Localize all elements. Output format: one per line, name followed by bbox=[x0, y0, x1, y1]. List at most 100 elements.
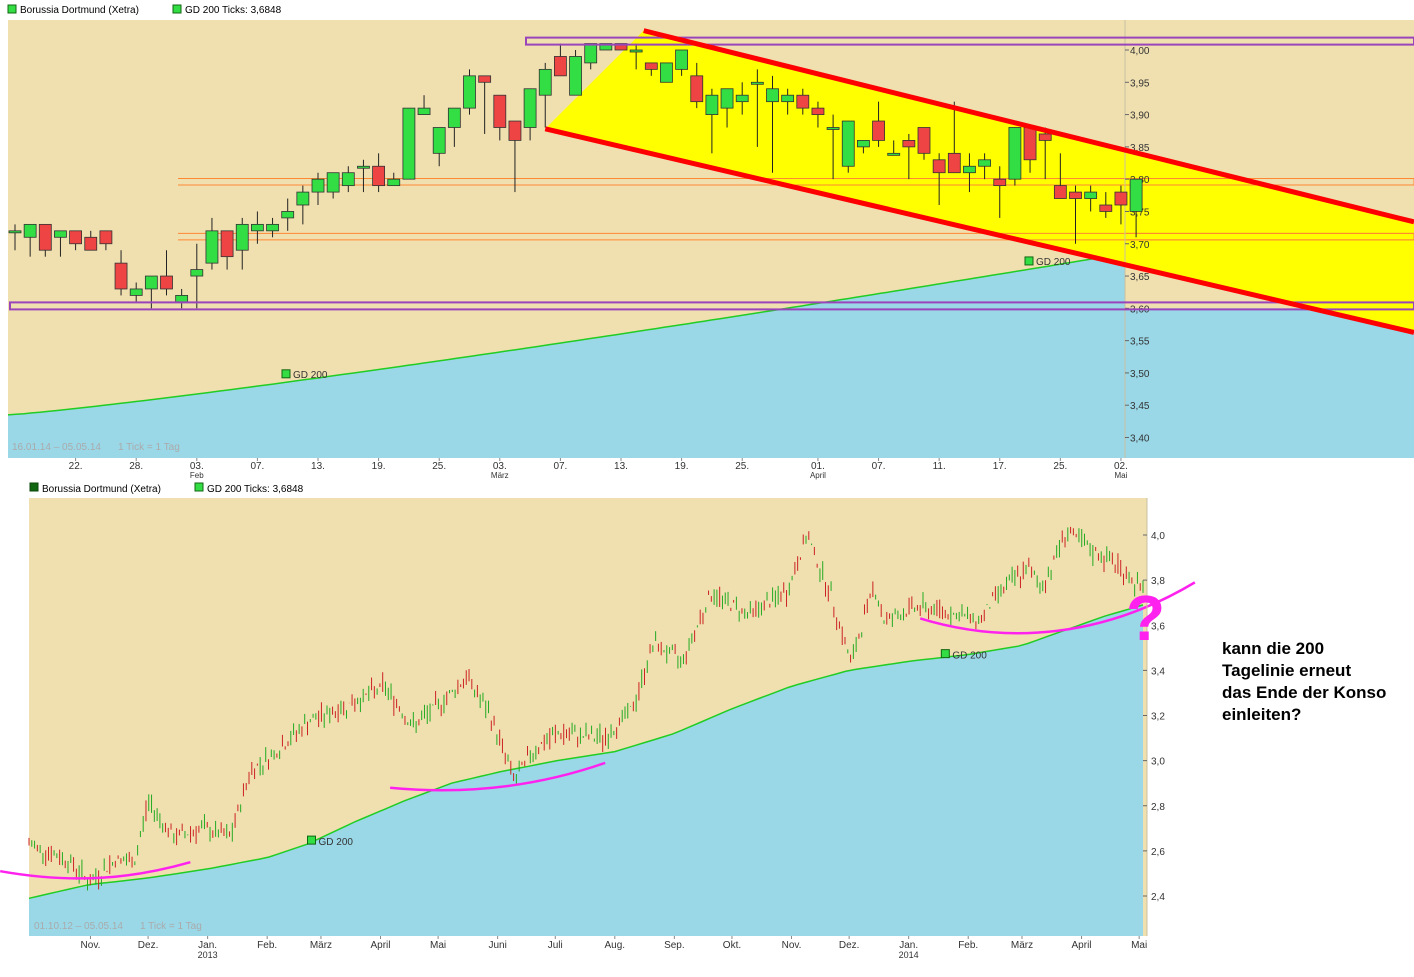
candle-body bbox=[144, 275, 158, 290]
candle-body bbox=[766, 88, 779, 103]
top-x-month-label: Feb bbox=[190, 471, 204, 480]
top-y-tick-label: 4,00 bbox=[1130, 46, 1150, 57]
candle-body bbox=[872, 120, 885, 141]
question-mark-annotation: ? bbox=[1126, 582, 1165, 654]
top-ma-label: GD 200 bbox=[1036, 257, 1071, 268]
top-x-tick-label: 22. bbox=[69, 461, 83, 472]
candle-body bbox=[38, 223, 52, 251]
bottom-y-tick-label: 2,6 bbox=[1151, 847, 1165, 858]
candle-body bbox=[1053, 185, 1067, 199]
candle-body bbox=[690, 75, 704, 103]
candle-body bbox=[932, 159, 946, 174]
bottom-x-tick-label: Feb. bbox=[958, 940, 978, 951]
candle-body bbox=[190, 269, 204, 277]
bottom-x-year-label: 2013 bbox=[198, 950, 218, 960]
top-x-axis: 22. 28. 03.Feb07. 13. 19. 25. 03.März07. 13. 19.… bbox=[69, 458, 1128, 480]
candle-body bbox=[1084, 191, 1098, 199]
top-chart: Borussia Dortmund (Xetra) GD 200 Ticks: … bbox=[0, 0, 1414, 480]
candle-body bbox=[826, 127, 840, 130]
bottom-x-tick-label: Juli bbox=[548, 940, 563, 951]
candle-body bbox=[1069, 191, 1082, 199]
candle-body bbox=[160, 275, 173, 290]
bottom-y-tick-label: 4,0 bbox=[1151, 531, 1165, 542]
top-x-tick-label: 07. bbox=[872, 461, 886, 472]
candle-body bbox=[417, 107, 431, 115]
candle-body bbox=[54, 230, 67, 238]
bottom-x-tick-label: März bbox=[1011, 940, 1033, 951]
bottom-y-tick-label: 3,2 bbox=[1151, 712, 1165, 723]
candle-body bbox=[1129, 178, 1143, 212]
candle-body bbox=[993, 178, 1007, 187]
candle-body bbox=[114, 262, 128, 290]
candle-body bbox=[841, 120, 855, 167]
candle-body bbox=[705, 94, 719, 115]
candle-body bbox=[857, 140, 870, 148]
candle-body bbox=[947, 152, 961, 174]
bottom-x-tick-label: Sep. bbox=[664, 940, 685, 951]
candle-body bbox=[84, 236, 98, 251]
annotation-line-4: einleiten? bbox=[1222, 705, 1302, 724]
bottom-x-year-label: 2014 bbox=[899, 950, 919, 960]
candle-body bbox=[902, 140, 916, 148]
candle-body bbox=[1023, 127, 1037, 161]
candle-body bbox=[250, 223, 264, 232]
top-x-tick-label: 07. bbox=[553, 461, 567, 472]
bottom-x-tick-label: Mai bbox=[430, 940, 446, 951]
candle-body bbox=[735, 94, 749, 103]
annotation-line-3: das Ende der Konso bbox=[1222, 683, 1387, 702]
candle-body bbox=[1099, 204, 1113, 212]
candle-body bbox=[387, 178, 401, 187]
top-legend-swatch-ma bbox=[172, 4, 182, 14]
top-tick-label: 1 Tick = 1 Tag bbox=[118, 442, 180, 453]
top-x-month-label: März bbox=[491, 471, 509, 480]
top-legend-ma: GD 200 Ticks: 3,6848 bbox=[185, 5, 282, 16]
candle-body bbox=[750, 81, 764, 85]
candle-body bbox=[341, 172, 355, 187]
annotation-line-1: kann die 200 bbox=[1222, 639, 1325, 658]
top-x-tick-label: 25. bbox=[432, 461, 446, 472]
bottom-ma-marker bbox=[307, 835, 316, 845]
top-legend-price: Borussia Dortmund (Xetra) bbox=[20, 5, 139, 16]
candle-body bbox=[508, 120, 522, 141]
candle-body bbox=[538, 68, 552, 96]
top-x-tick-label: 25. bbox=[1053, 461, 1067, 472]
candle-body bbox=[478, 75, 492, 83]
annotation-line-2: Tagelinie erneut bbox=[1222, 661, 1352, 680]
candle-body bbox=[887, 152, 901, 156]
candle-body bbox=[493, 94, 507, 128]
bottom-x-tick-label: Nov. bbox=[782, 940, 802, 951]
bottom-ma-label-1: GD 200 bbox=[319, 837, 354, 848]
bottom-x-tick-label: Mai bbox=[1131, 940, 1147, 951]
top-ma-marker bbox=[281, 369, 291, 379]
candle-body bbox=[99, 230, 113, 245]
top-x-tick-label: 28. bbox=[129, 461, 143, 472]
candle-body bbox=[554, 56, 567, 77]
bottom-ma-marker bbox=[940, 649, 950, 659]
candle-body bbox=[326, 172, 340, 193]
candle-body bbox=[796, 94, 810, 109]
candle-body bbox=[781, 94, 795, 103]
candle-body bbox=[235, 223, 249, 251]
candle-body bbox=[978, 159, 991, 167]
bottom-range-label: 01.10.12 – 05.05.14 bbox=[34, 921, 123, 932]
bottom-y-tick-label: 2,4 bbox=[1151, 892, 1165, 903]
top-range-label: 16.01.14 – 05.05.14 bbox=[12, 442, 101, 453]
candle-body bbox=[1114, 191, 1128, 206]
top-ma-marker bbox=[1024, 256, 1034, 266]
bottom-chart: Borussia Dortmund (Xetra) GD 200 Ticks: … bbox=[0, 482, 1196, 960]
top-y-tick-label: 3,45 bbox=[1130, 401, 1150, 412]
bottom-y-tick-label: 3,0 bbox=[1151, 757, 1165, 768]
candle-body bbox=[175, 295, 189, 303]
top-y-tick-label: 3,95 bbox=[1130, 78, 1150, 89]
candle-body bbox=[523, 88, 537, 128]
candle-body bbox=[311, 178, 325, 193]
candle-body bbox=[584, 43, 598, 64]
annotation-note: kann die 200 Tagelinie erneut das Ende d… bbox=[1222, 638, 1412, 726]
bottom-legend-swatch-ma bbox=[194, 482, 204, 492]
candle-body bbox=[660, 62, 673, 83]
top-legend-swatch-price bbox=[7, 4, 17, 14]
top-x-month-label: April bbox=[810, 471, 826, 480]
candle-body bbox=[205, 230, 219, 264]
top-y-tick-label: 3,70 bbox=[1130, 240, 1150, 251]
bottom-ma-label-2: GD 200 bbox=[952, 651, 987, 662]
